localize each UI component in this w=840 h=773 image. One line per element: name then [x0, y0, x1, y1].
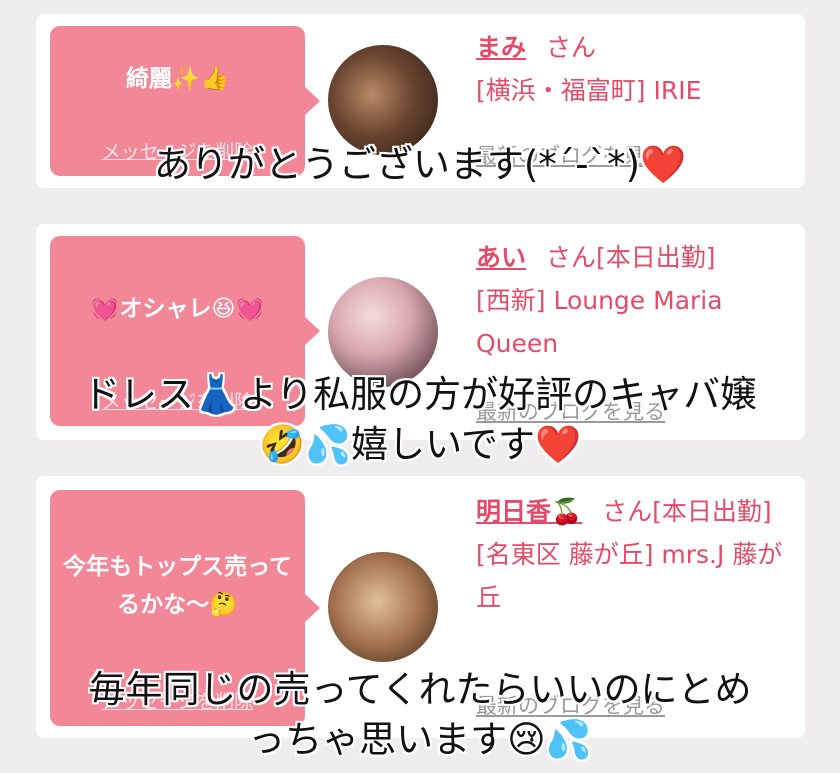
message-text: 今年もトップス売ってるかな〜🤔 — [63, 553, 292, 618]
sender-info: あい さん[本日出勤] [西新] Lounge Maria Queen — [476, 236, 796, 365]
message-text: 💓オシャレ😆💓 — [90, 295, 265, 322]
caption-line: ドレス👗より私服の方が好評のキャバ嬢 — [82, 373, 758, 416]
caption-line: 毎年同じの売ってくれたらいいのにとめ — [88, 668, 752, 711]
sender-info: 明日香🍒 さん[本日出勤] [名東区 藤が丘] mrs.J 藤が丘 — [476, 490, 796, 619]
sender-name-link[interactable]: 明日香🍒 — [476, 497, 582, 526]
shop-name: [名東区 藤が丘] mrs.J 藤が丘 — [476, 540, 783, 612]
avatar[interactable] — [328, 552, 438, 662]
shop-name: [横浜・福富町] IRIE — [476, 76, 702, 105]
caption-overlay: 毎年同じの売ってくれたらいいのにとめ っちゃ思います😢💦 — [0, 665, 840, 765]
caption-line: ありがとうございます(*´-`*)❤️ — [153, 143, 687, 186]
caption-line: っちゃ思います😢💦 — [248, 718, 592, 761]
avatar[interactable] — [328, 45, 438, 155]
shop-name: [西新] Lounge Maria Queen — [476, 286, 723, 358]
sender-honorific: さん[本日出勤] — [546, 243, 716, 272]
message-text: 綺麗✨👍 — [125, 65, 230, 92]
sender-honorific: さん — [546, 33, 597, 62]
sender-info: まみ さん [横浜・福富町] IRIE — [476, 26, 796, 112]
caption-line: 🤣💦嬉しいです❤️ — [258, 423, 582, 466]
sender-name-link[interactable]: まみ — [476, 33, 526, 62]
caption-overlay: ドレス👗より私服の方が好評のキャバ嬢 🤣💦嬉しいです❤️ — [0, 370, 840, 470]
sender-name-link[interactable]: あい — [476, 243, 526, 272]
caption-overlay: ありがとうございます(*´-`*)❤️ — [0, 140, 840, 190]
sender-honorific: さん[本日出勤] — [602, 497, 772, 526]
